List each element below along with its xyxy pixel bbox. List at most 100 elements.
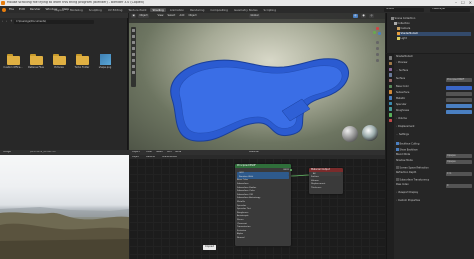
particles-tab-icon[interactable] <box>388 101 393 106</box>
material-preview-shading-icon[interactable]: ◐ <box>353 14 359 18</box>
prop-section[interactable]: ›Custom Properties <box>396 199 473 204</box>
outliner-scene-collection[interactable]: Scene Collection <box>391 17 415 21</box>
parent-dir-icon[interactable]: ↑ <box>10 20 13 24</box>
navigation-gizmo[interactable] <box>373 27 381 87</box>
prop-check[interactable]: Backface Culling <box>396 142 473 146</box>
editor-type-icon[interactable]: ▣ <box>131 14 137 18</box>
metallic-slider[interactable] <box>446 98 472 102</box>
axis-x-icon[interactable] <box>376 27 379 30</box>
view-layer-tab-icon[interactable] <box>388 73 393 77</box>
file-item[interactable]: Defense Files <box>25 54 47 69</box>
prop-field[interactable]: Specular <box>396 103 473 108</box>
outliner-row[interactable]: Camera <box>397 27 410 31</box>
pan-icon[interactable] <box>376 47 379 50</box>
output-socket[interactable] <box>290 168 292 171</box>
prop-section[interactable]: ›Viewport Display <box>396 191 473 196</box>
tab-sculpting[interactable]: Sculpting <box>86 8 104 13</box>
minimize-icon[interactable]: – <box>455 1 457 5</box>
pass-index-field[interactable]: 0 <box>446 184 472 188</box>
subsurface-slider[interactable] <box>446 92 472 96</box>
back-arrow-icon[interactable]: ‹ <box>2 20 5 24</box>
scene-tab-icon[interactable] <box>388 78 393 83</box>
file-item[interactable]: shape.png <box>94 54 116 69</box>
physics-tab-icon[interactable] <box>388 107 393 111</box>
overlays-icon[interactable]: ◎ <box>369 14 375 18</box>
blend-mode-dropdown[interactable]: Opaque <box>446 154 472 158</box>
image-menu[interactable]: Image <box>3 151 11 154</box>
shader-node-editor[interactable]: Object View Select Add Node Material Obj… <box>129 150 385 259</box>
prop-check[interactable]: Show Backface <box>396 148 473 152</box>
checkbox-icon[interactable] <box>396 142 399 145</box>
prop-section[interactable]: ›Preview <box>396 61 473 66</box>
tab-geometry-nodes[interactable]: Geometry Nodes <box>231 8 260 13</box>
prop-section[interactable]: ›Displacement <box>396 125 473 130</box>
outliner-row[interactable]: Collection <box>394 22 410 26</box>
node-input-row[interactable]: Normal <box>235 236 291 240</box>
refraction-depth-field[interactable]: 0 m <box>446 172 472 176</box>
outliner-row[interactable]: Light <box>397 37 407 41</box>
close-icon[interactable]: ✕ <box>469 1 472 5</box>
axis-z-icon[interactable] <box>378 32 381 35</box>
world-tab-icon[interactable] <box>388 84 393 89</box>
perspective-toggle-icon[interactable] <box>376 59 379 62</box>
node-input-row[interactable]: Thickness <box>309 186 343 190</box>
menu-object[interactable]: Object <box>187 14 198 18</box>
rendered-shading-icon[interactable]: ● <box>361 14 367 18</box>
select-box-icon[interactable] <box>132 28 135 32</box>
checkbox-icon[interactable] <box>396 178 399 181</box>
prop-field[interactable]: Subsurface <box>396 91 473 96</box>
outliner-row-selected[interactable]: ShaderNodeO <box>397 32 471 36</box>
mode-selector[interactable]: Object <box>138 14 150 18</box>
roughness-slider[interactable] <box>446 110 472 114</box>
move-icon[interactable] <box>132 40 135 44</box>
view-layer-selector[interactable]: ViewLayer <box>430 7 470 12</box>
pool-mesh[interactable] <box>164 51 354 146</box>
cursor-icon[interactable] <box>132 34 135 38</box>
tab-uv-editing[interactable]: UV Editing <box>105 8 125 13</box>
3d-viewport[interactable]: ▣ Object View Select Add Object Global ◐… <box>129 13 385 150</box>
prop-check[interactable]: Screen Space Refraction <box>396 166 473 170</box>
scale-icon[interactable] <box>132 52 135 56</box>
annotate-icon[interactable] <box>132 64 135 68</box>
surface-shader-dropdown[interactable]: Principled BSDF <box>446 78 472 82</box>
file-item[interactable]: Turbo Folder <box>71 54 93 69</box>
material-tab-icon[interactable] <box>388 118 393 123</box>
file-item[interactable]: Custom Office... <box>2 54 24 69</box>
menu-edit[interactable]: Edit <box>19 8 25 11</box>
tab-layout[interactable]: Layout <box>52 8 67 13</box>
measure-icon[interactable] <box>132 70 135 74</box>
transform-icon[interactable] <box>132 58 135 62</box>
menu-select[interactable]: Select <box>166 14 177 18</box>
scene-selector[interactable]: Scene <box>384 7 424 12</box>
object-tab-icon[interactable] <box>388 90 393 94</box>
tab-texture-paint[interactable]: Texture Paint <box>126 8 149 13</box>
camera-view-icon[interactable] <box>376 53 379 56</box>
constraints-tab-icon[interactable] <box>388 113 393 117</box>
prop-field[interactable]: Metallic <box>396 97 473 102</box>
tab-scripting[interactable]: Scripting <box>261 8 278 13</box>
image-name-field[interactable]: panorama_sunset.hdr <box>30 151 56 153</box>
principled-bsdf-node[interactable]: Principled BSDF BSDF GGX Random Walk Bas… <box>235 164 292 246</box>
prop-field[interactable]: Refraction Depth 0 m <box>396 171 473 176</box>
checkbox-icon[interactable] <box>396 148 399 151</box>
image-editor[interactable] <box>0 155 129 259</box>
prop-section[interactable]: ⌄Surface <box>396 69 473 74</box>
maximize-icon[interactable]: ☐ <box>461 1 465 5</box>
output-tab-icon[interactable] <box>388 67 393 72</box>
shadow-mode-dropdown[interactable]: Opaque <box>446 160 472 164</box>
zoom-icon[interactable] <box>376 41 379 44</box>
prop-field[interactable]: Pass Index 0 <box>396 183 473 188</box>
tab-compositing[interactable]: Compositing <box>208 8 231 13</box>
rotate-icon[interactable] <box>132 46 135 50</box>
checkbox-icon[interactable] <box>396 166 399 169</box>
menu-add[interactable]: Add <box>178 14 186 18</box>
prop-section[interactable]: ⌄Settings <box>396 133 473 138</box>
menu-render[interactable]: Render <box>30 8 41 11</box>
prop-field[interactable]: Base Color <box>396 85 473 90</box>
blender-logo-icon[interactable] <box>2 7 6 12</box>
file-path-field[interactable]: C:\Users\gs\Documents\ <box>14 20 94 24</box>
tab-modeling[interactable]: Modeling <box>68 8 86 13</box>
forward-arrow-icon[interactable]: › <box>6 20 9 24</box>
material-output-node[interactable]: Material Output All Surface Volume Displ… <box>309 168 343 194</box>
tool-tab-icon[interactable] <box>388 56 393 60</box>
